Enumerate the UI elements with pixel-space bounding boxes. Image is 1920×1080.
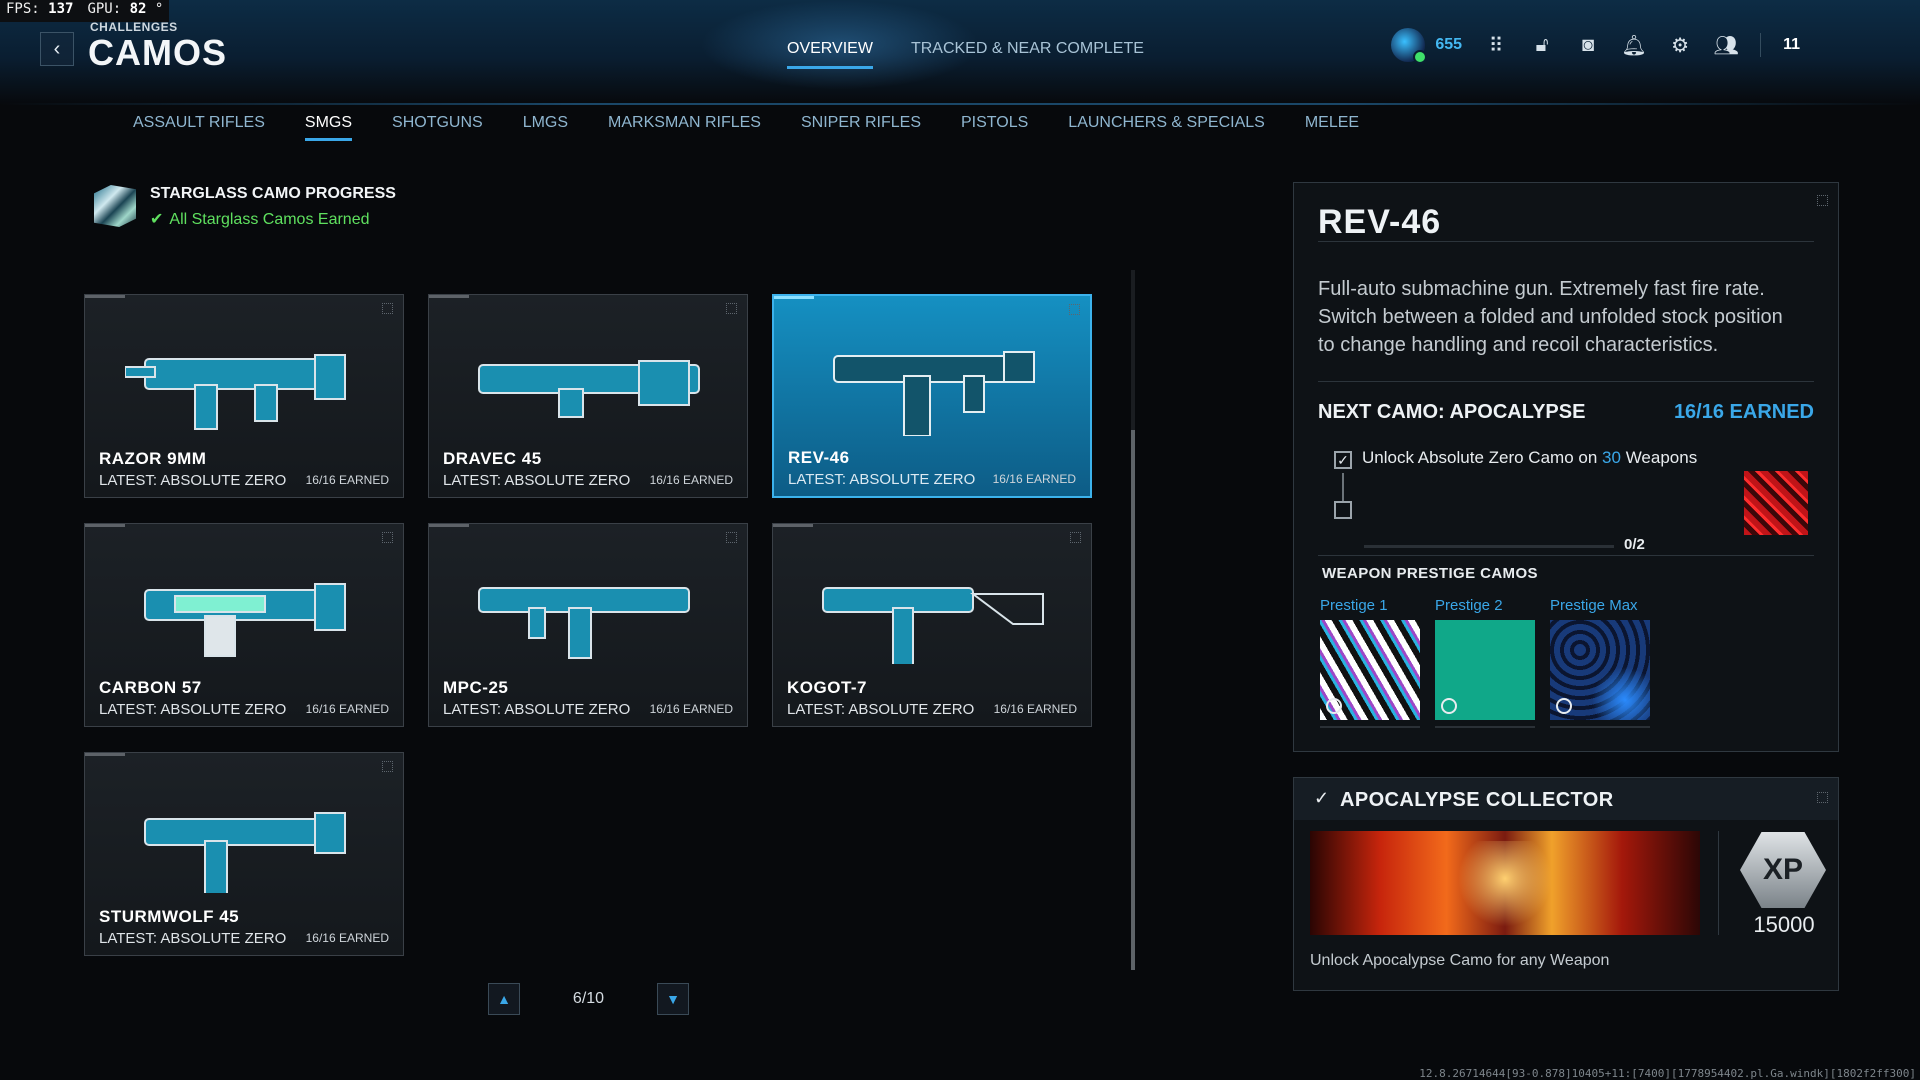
tab-marksman-rifles[interactable]: MARKSMAN RIFLES — [608, 114, 761, 141]
page-down-button[interactable]: ▼ — [657, 983, 689, 1015]
lock-icon[interactable]: 🔓︎ — [1530, 33, 1554, 57]
weapon-card-mpc-25[interactable]: MPC-25 LATEST: ABSOLUTE ZERO 16/16 EARNE… — [428, 523, 748, 727]
bell-icon[interactable]: 🔔︎ — [1621, 33, 1646, 57]
starglass-progress[interactable]: STARGLASS CAMO PROGRESS ✔ All Starglass C… — [94, 185, 396, 229]
category-tabs: ASSAULT RIFLES SMGS SHOTGUNS LMGS MARKSM… — [133, 114, 1359, 141]
header-icons: 655 ⠿ 🔓︎ ◙ 🔔︎ ⚙ 👥︎ 11 — [1391, 28, 1800, 64]
starglass-title: STARGLASS CAMO PROGRESS — [150, 185, 396, 202]
grid-menu-icon[interactable]: ⠿ — [1484, 33, 1508, 57]
divider — [1318, 241, 1814, 242]
grid-dots-icon — [382, 532, 393, 543]
divider — [1760, 33, 1762, 57]
party-count: 11 — [1783, 36, 1800, 53]
prestige-max[interactable]: Prestige Max — [1550, 597, 1650, 728]
page-title: CAMOS — [88, 32, 227, 73]
collector-description: Unlock Apocalypse Camo for any Weapon — [1310, 952, 1610, 969]
back-button[interactable]: ‹ — [40, 32, 74, 66]
prestige-1-camo — [1320, 620, 1420, 728]
prestige-header: WEAPON PRESTIGE CAMOS — [1322, 565, 1538, 582]
weapon-image — [125, 354, 346, 430]
prestige-2-camo — [1435, 620, 1535, 728]
page-up-button[interactable]: ▲ — [488, 983, 520, 1015]
camera-icon[interactable]: ◙ — [1576, 33, 1600, 57]
top-tabs: OVERVIEW TRACKED & NEAR COMPLETE — [787, 40, 1144, 69]
prestige-2[interactable]: Prestige 2 — [1435, 597, 1535, 728]
task-progress: 0/2 — [1624, 536, 1645, 553]
weapon-image — [478, 360, 700, 418]
tab-smgs[interactable]: SMGS — [304, 114, 353, 141]
page-indicator: 6/10 — [572, 990, 605, 1007]
weapon-image — [478, 587, 690, 659]
grid-dots-icon — [726, 303, 737, 314]
build-info: 12.8.26714644[93-0.878]10405+11:[7400][1… — [1419, 1067, 1916, 1080]
party-icon[interactable]: 👥︎ — [1713, 33, 1738, 57]
scrollbar-thumb[interactable] — [1131, 430, 1135, 970]
xp-badge-icon: XP — [1740, 832, 1826, 908]
detail-description: Full-auto submachine gun. Extremely fast… — [1318, 278, 1783, 356]
prestige-icon — [1326, 698, 1342, 714]
chevron-up-icon: ▲ — [497, 991, 511, 1007]
task-checkbox-checked: ✓ — [1334, 451, 1352, 469]
weapon-image — [144, 583, 346, 657]
weapon-card-rev-46[interactable]: REV-46 LATEST: ABSOLUTE ZERO 16/16 EARNE… — [772, 294, 1092, 498]
task-text: Unlock Absolute Zero Camo on 30 Weapons — [1362, 448, 1698, 467]
weapon-detail-panel: REV-46 Full-auto submachine gun. Extreme… — [1293, 182, 1839, 752]
starglass-camo-icon — [94, 185, 136, 227]
task-progress-bar — [1364, 545, 1614, 548]
weapon-image — [822, 587, 1044, 664]
collector-reward-image — [1310, 831, 1700, 935]
check-icon: ✓ — [1314, 788, 1330, 808]
task-checkbox-empty — [1334, 501, 1352, 519]
chevron-down-icon: ▼ — [666, 991, 680, 1007]
grid-dots-icon — [1069, 304, 1080, 315]
tab-lmgs[interactable]: LMGS — [523, 114, 568, 141]
tab-pistols[interactable]: PISTOLS — [961, 114, 1028, 141]
tab-overview[interactable]: OVERVIEW — [787, 40, 873, 69]
tab-melee[interactable]: MELEE — [1305, 114, 1359, 141]
grid-dots-icon — [382, 303, 393, 314]
tab-launchers-specials[interactable]: LAUNCHERS & SPECIALS — [1068, 114, 1265, 141]
grid-dots-icon — [1817, 195, 1828, 206]
tab-shotguns[interactable]: SHOTGUNS — [392, 114, 483, 141]
weapon-card-dravec-45[interactable]: DRAVEC 45 LATEST: ABSOLUTE ZERO 16/16 EA… — [428, 294, 748, 498]
divider — [1718, 831, 1719, 935]
tab-tracked[interactable]: TRACKED & NEAR COMPLETE — [911, 40, 1144, 69]
player-level: 655 — [1435, 36, 1463, 53]
weapon-card-carbon-57[interactable]: CARBON 57 LATEST: ABSOLUTE ZERO 16/16 EA… — [84, 523, 404, 727]
xp-value: 15000 — [1753, 912, 1815, 937]
divider — [1318, 381, 1814, 382]
weapon-card-sturmwolf-45[interactable]: STURMWOLF 45 LATEST: ABSOLUTE ZERO 16/16… — [84, 752, 404, 956]
divider — [1318, 555, 1814, 556]
prestige-icon — [1556, 698, 1572, 714]
task-connector — [1342, 473, 1344, 501]
gear-icon[interactable]: ⚙ — [1668, 33, 1692, 57]
grid-dots-icon — [726, 532, 737, 543]
weapon-card-kogot-7[interactable]: KOGOT-7 LATEST: ABSOLUTE ZERO 16/16 EARN… — [772, 523, 1092, 727]
grid-dots-icon — [382, 761, 393, 772]
apocalypse-collector-panel[interactable]: ✓ APOCALYPSE COLLECTOR XP 15000 Unlock A… — [1293, 777, 1839, 991]
detail-title: REV-46 — [1318, 203, 1442, 241]
tab-assault-rifles[interactable]: ASSAULT RIFLES — [133, 114, 265, 141]
grid-dots-icon — [1817, 792, 1828, 803]
weapon-grid: RAZOR 9MM LATEST: ABSOLUTE ZERO 16/16 EA… — [84, 294, 1092, 956]
prestige-1[interactable]: Prestige 1 — [1320, 597, 1420, 728]
prestige-icon — [1441, 698, 1457, 714]
apocalypse-camo-swatch — [1744, 471, 1808, 535]
chevron-left-icon: ‹ — [53, 37, 61, 60]
weapon-image — [833, 351, 1035, 436]
collector-title: APOCALYPSE COLLECTOR — [1340, 789, 1614, 811]
grid-scrollbar[interactable] — [1131, 270, 1135, 970]
starglass-status: ✔ All Starglass Camos Earned — [150, 211, 370, 228]
prestige-max-camo — [1550, 620, 1650, 728]
pager: ▲ 6/10 ▼ — [488, 983, 689, 1015]
grid-dots-icon — [1070, 532, 1081, 543]
earned-count: 16/16 EARNED — [1673, 401, 1814, 423]
tab-sniper-rifles[interactable]: SNIPER RIFLES — [801, 114, 921, 141]
weapon-image — [144, 812, 346, 893]
perf-overlay: FPS: 137 GPU: 82 ° — [0, 0, 170, 22]
player-avatar[interactable] — [1391, 28, 1428, 64]
check-icon: ✔ — [150, 211, 164, 228]
weapon-card-razor-9mm[interactable]: RAZOR 9MM LATEST: ABSOLUTE ZERO 16/16 EA… — [84, 294, 404, 498]
next-camo-label: NEXT CAMO: APOCALYPSE — [1318, 401, 1586, 423]
